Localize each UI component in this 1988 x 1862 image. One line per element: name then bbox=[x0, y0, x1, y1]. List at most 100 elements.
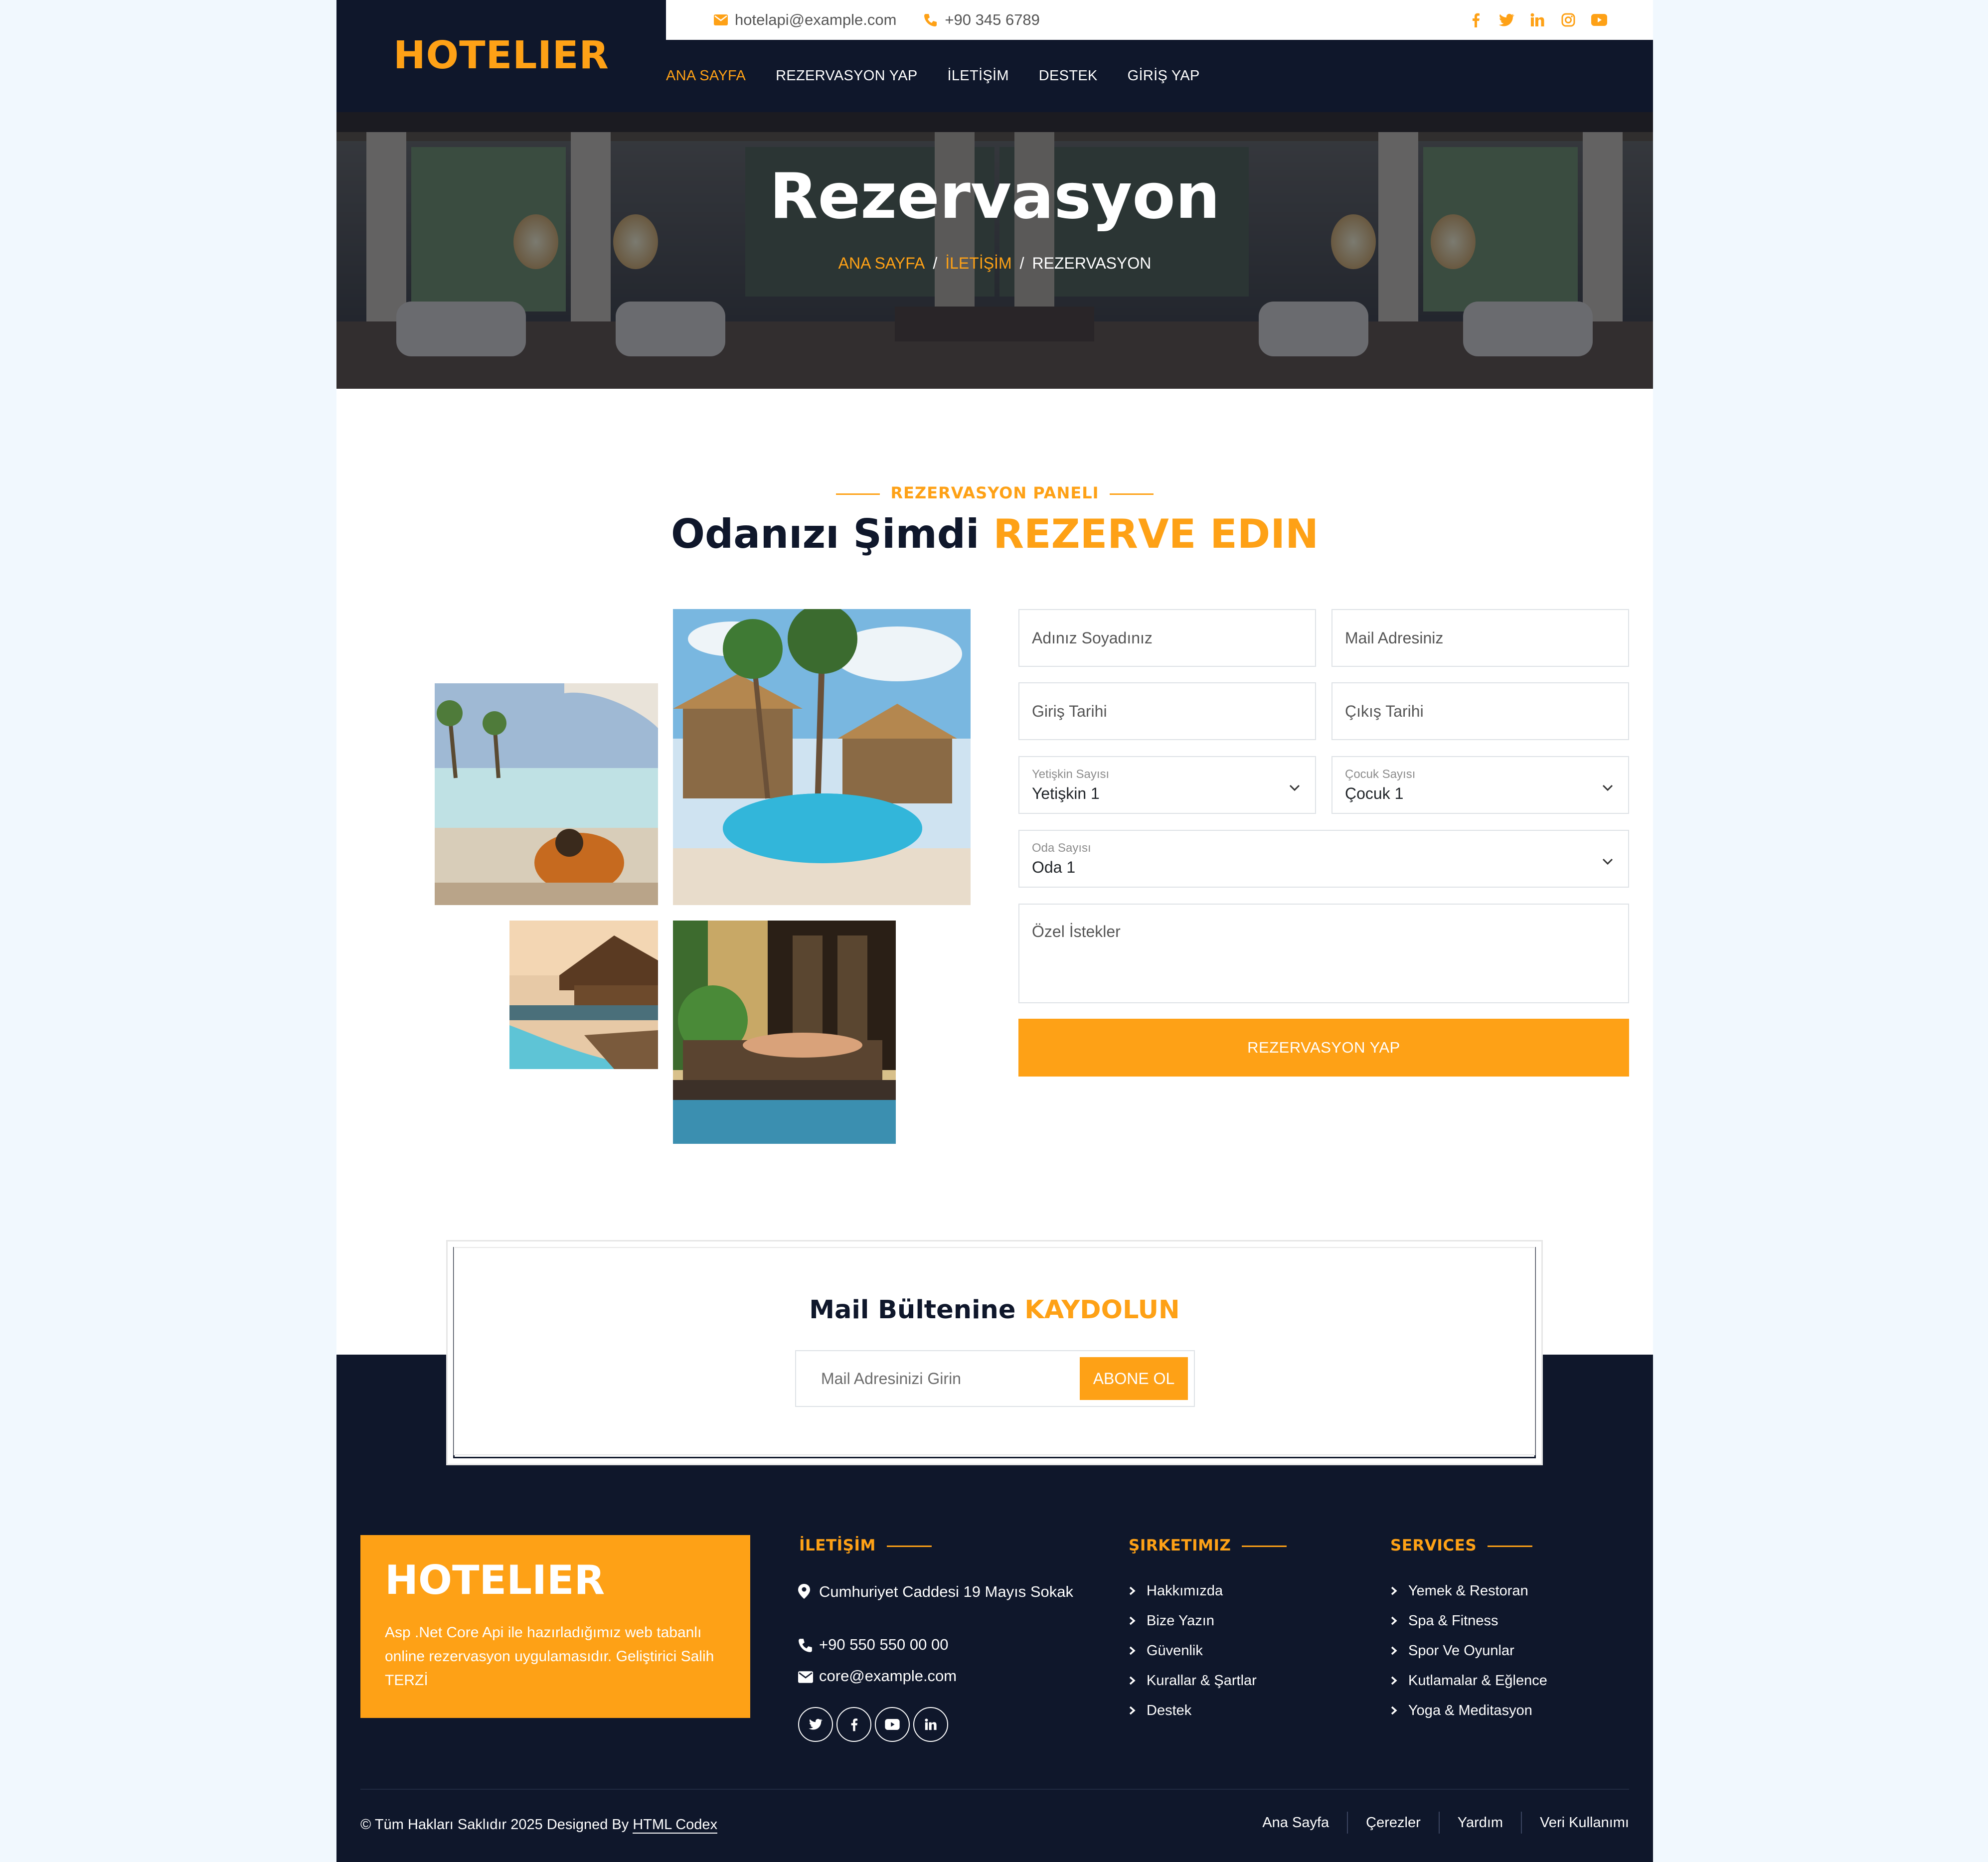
footer-brand-description: Asp .Net Core Api ile hazırladığımız web… bbox=[385, 1624, 714, 1689]
title-line bbox=[1242, 1546, 1287, 1547]
chevron-right-icon bbox=[1390, 1616, 1408, 1626]
chevron-right-icon bbox=[1129, 1586, 1147, 1596]
title-line bbox=[1488, 1546, 1533, 1547]
section-subtitle: REZERVASYON PANELI bbox=[336, 483, 1653, 502]
checkout-date-field[interactable]: Çıkış Tarihi bbox=[1331, 682, 1629, 740]
footer-menu-help[interactable]: Yardım bbox=[1458, 1815, 1503, 1831]
adults-select-value: Yetişkin 1 bbox=[1032, 784, 1100, 802]
footer-menu: Ana Sayfa Çerezler Yardım Veri Kullanımı bbox=[1262, 1812, 1629, 1834]
footer-menu-cookies[interactable]: Çerezler bbox=[1366, 1815, 1421, 1831]
footer-service-link[interactable]: Kutlamalar & Eğlence bbox=[1390, 1666, 1547, 1696]
breadcrumb-separator: / bbox=[933, 254, 938, 272]
page-header-hero: Rezervasyon ANA SAYFA / İLETİŞİM / REZERVASY… bbox=[336, 112, 1653, 389]
linkedin-icon[interactable] bbox=[1529, 12, 1545, 28]
title-line bbox=[886, 1546, 932, 1547]
footer-company-link[interactable]: Güvenlik bbox=[1129, 1636, 1257, 1666]
facebook-icon[interactable] bbox=[1468, 12, 1484, 28]
footer-company-link[interactable]: Bize Yazın bbox=[1129, 1606, 1257, 1636]
children-select-label: Çocuk Sayısı bbox=[1345, 767, 1416, 781]
youtube-icon[interactable] bbox=[1591, 12, 1607, 28]
footer-company-link[interactable]: Kurallar & Şartlar bbox=[1129, 1666, 1257, 1696]
pool-lounge-photo bbox=[435, 683, 658, 905]
breadcrumb-contact[interactable]: İLETİŞİM bbox=[945, 254, 1011, 272]
section-subtitle-text: REZERVASYON PANELI bbox=[890, 483, 1099, 502]
footer-company-title: ŞIRKETIMIZ bbox=[1129, 1537, 1287, 1554]
children-select[interactable]: Çocuk Sayısı Çocuk 1 bbox=[1331, 756, 1629, 814]
footer-company-link-label: Bize Yazın bbox=[1147, 1612, 1214, 1629]
footer-services-title-text: SERVICES bbox=[1390, 1537, 1477, 1554]
main-navbar: ANA SAYFA REZERVASYON YAP İLETİŞİM DESTE… bbox=[666, 40, 1653, 112]
nav-reservation[interactable]: REZERVASYON YAP bbox=[776, 68, 917, 84]
phone-icon bbox=[798, 1636, 819, 1657]
subscribe-button[interactable]: ABONE OL bbox=[1080, 1357, 1188, 1400]
newsletter-email-placeholder: Mail Adresinizi Girin bbox=[821, 1369, 961, 1388]
section-title-accent: REZERVE EDIN bbox=[993, 511, 1319, 557]
instagram-icon[interactable] bbox=[1560, 12, 1576, 28]
footer-service-link[interactable]: Spor Ve Oyunlar bbox=[1390, 1636, 1547, 1666]
footer-services-title: SERVICES bbox=[1390, 1537, 1533, 1554]
topbar-email-text: hotelapi@example.com bbox=[735, 11, 897, 28]
newsletter-title-accent: KAYDOLUN bbox=[1024, 1295, 1180, 1325]
facebook-icon[interactable] bbox=[836, 1707, 871, 1742]
footer-menu-home[interactable]: Ana Sayfa bbox=[1262, 1815, 1329, 1831]
topbar-phone: +90 345 6789 bbox=[924, 11, 1040, 29]
page-title: Rezervasyon bbox=[769, 159, 1220, 233]
footer-company-link-label: Hakkımızda bbox=[1147, 1582, 1223, 1599]
subtitle-line-left bbox=[835, 493, 880, 495]
footer-contact-title-text: İLETİŞİM bbox=[799, 1537, 876, 1554]
nav-home[interactable]: ANA SAYFA bbox=[666, 68, 746, 84]
footer-menu-separator bbox=[1347, 1812, 1348, 1834]
chevron-right-icon bbox=[1129, 1646, 1147, 1656]
special-requests-textarea[interactable]: Özel İstekler bbox=[1018, 904, 1629, 1003]
nav-support[interactable]: DESTEK bbox=[1039, 68, 1098, 84]
breadcrumb-separator: / bbox=[1019, 254, 1024, 272]
adults-select-label: Yetişkin Sayısı bbox=[1032, 767, 1110, 781]
footer-menu-data-usage[interactable]: Veri Kullanımı bbox=[1540, 1815, 1629, 1831]
chevron-right-icon bbox=[1390, 1646, 1408, 1656]
chevron-right-icon bbox=[1129, 1706, 1147, 1715]
footer-company-title-text: ŞIRKETIMIZ bbox=[1129, 1537, 1231, 1554]
youtube-icon[interactable] bbox=[875, 1707, 910, 1742]
footer-contact-title: İLETİŞİM bbox=[799, 1537, 932, 1554]
checkin-date-field[interactable]: Giriş Tarihi bbox=[1018, 682, 1316, 740]
footer-phone: +90 550 550 00 00 bbox=[798, 1636, 948, 1657]
footer-logo[interactable]: HOTELIER bbox=[385, 1557, 605, 1603]
newsletter-box: Mail Bültenine KAYDOLUN Mail Adresinizi … bbox=[454, 1247, 1535, 1455]
rooms-select[interactable]: Oda Sayısı Oda 1 bbox=[1018, 830, 1629, 888]
footer-company-link[interactable]: Destek bbox=[1129, 1696, 1257, 1725]
footer-address-text: Cumhuriyet Caddesi 19 Mayıs Sokak bbox=[819, 1583, 1074, 1600]
footer-service-link[interactable]: Spa & Fitness bbox=[1390, 1606, 1547, 1636]
topbar-phone-text: +90 345 6789 bbox=[945, 11, 1040, 28]
brand-block[interactable]: HOTELIER bbox=[336, 0, 666, 112]
email-field[interactable]: Mail Adresiniz bbox=[1331, 609, 1629, 667]
nav-login[interactable]: GİRİŞ YAP bbox=[1128, 68, 1200, 84]
footer-company-link[interactable]: Hakkımızda bbox=[1129, 1576, 1257, 1606]
nav-contact[interactable]: İLETİŞİM bbox=[948, 68, 1009, 84]
breadcrumb-home[interactable]: ANA SAYFA bbox=[838, 254, 925, 272]
footer-menu-separator bbox=[1438, 1812, 1440, 1834]
copyright-link[interactable]: HTML Codex bbox=[633, 1817, 718, 1834]
adults-select[interactable]: Yetişkin Sayısı Yetişkin 1 bbox=[1018, 756, 1316, 814]
page: HOTELIER hotelapi@example.com +90 345 67… bbox=[336, 0, 1653, 1862]
footer-socials bbox=[798, 1707, 948, 1742]
phone-icon bbox=[924, 13, 938, 27]
footer-divider bbox=[360, 1789, 1629, 1790]
footer-service-link[interactable]: Yoga & Meditasyon bbox=[1390, 1696, 1547, 1725]
rooms-select-label: Oda Sayısı bbox=[1032, 841, 1091, 855]
newsletter-email-input[interactable]: Mail Adresinizi Girin ABONE OL bbox=[795, 1350, 1195, 1407]
footer-service-link[interactable]: Yemek & Restoran bbox=[1390, 1576, 1547, 1606]
chevron-right-icon bbox=[1129, 1676, 1147, 1686]
name-field[interactable]: Adınız Soyadınız bbox=[1018, 609, 1316, 667]
twitter-icon[interactable] bbox=[798, 1707, 833, 1742]
map-marker-icon bbox=[798, 1580, 819, 1606]
chevron-right-icon bbox=[1129, 1616, 1147, 1626]
brand-logo[interactable]: HOTELIER bbox=[393, 33, 609, 78]
email-field-placeholder: Mail Adresiniz bbox=[1345, 628, 1444, 647]
linkedin-icon[interactable] bbox=[913, 1707, 948, 1742]
reservation-submit-button[interactable]: REZERVASYON YAP bbox=[1018, 1019, 1629, 1077]
breadcrumb-current: REZERVASYON bbox=[1032, 254, 1152, 272]
footer-phone-text: +90 550 550 00 00 bbox=[819, 1636, 949, 1653]
children-select-value: Çocuk 1 bbox=[1345, 784, 1404, 802]
twitter-icon[interactable] bbox=[1498, 12, 1514, 28]
special-requests-placeholder: Özel İstekler bbox=[1032, 923, 1121, 940]
